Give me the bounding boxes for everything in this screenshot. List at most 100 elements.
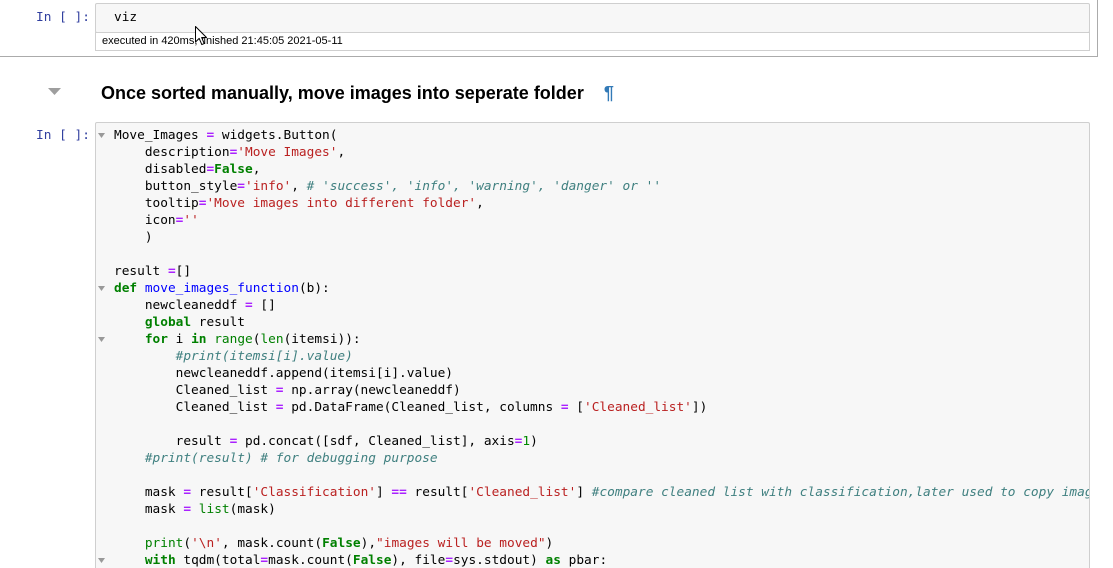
code-line[interactable]: result = pd.concat([sdf, Cleaned_list], … (96, 433, 1089, 450)
code-token: list (198, 502, 230, 517)
code-line[interactable]: result =[] (96, 263, 1089, 280)
caret-down-icon[interactable] (48, 88, 61, 95)
code-token: , (337, 145, 346, 160)
code-token: = (167, 264, 176, 279)
code-cell-viz[interactable]: In [ ]: viz executed in 420ms, finished … (0, 0, 1098, 57)
code-token: #print(itemsi[i].value) (175, 349, 353, 364)
code-token: , mask.count( (221, 536, 323, 551)
code-token: = (183, 485, 192, 500)
code-token: = (260, 553, 269, 568)
code-line[interactable]: button_style='info', # 'success', 'info'… (96, 178, 1089, 195)
code-line[interactable]: def move_images_function(b): (96, 280, 1089, 297)
code-token: result (191, 315, 245, 330)
code-token: icon (114, 213, 176, 228)
fold-arrow-icon[interactable] (98, 337, 105, 342)
code-token: as (545, 553, 561, 568)
code-line[interactable]: with tqdm(total=mask.count(False), file=… (96, 552, 1089, 568)
code-token: pbar: (560, 553, 608, 568)
code-token: 'Move images into different folder' (206, 196, 477, 211)
code-token: len (260, 332, 284, 347)
code-token: = (560, 400, 569, 415)
code-token: = (445, 553, 454, 568)
code-line[interactable]: global result (96, 314, 1089, 331)
code-line[interactable]: newcleaneddf = [] (96, 297, 1089, 314)
code-token: pd.concat([sdf, Cleaned_list], axis (237, 434, 515, 449)
fold-arrow-icon[interactable] (98, 286, 105, 291)
code-line[interactable] (96, 246, 1089, 263)
code-lines[interactable]: Move_Images = widgets.Button( descriptio… (96, 127, 1089, 568)
code-line[interactable] (96, 518, 1089, 535)
code-token: in (191, 332, 207, 347)
code-token: 'Cleaned_list' (584, 400, 692, 415)
code-token: mask (114, 485, 184, 500)
mouse-cursor-icon (195, 26, 208, 46)
code-token: ] (576, 485, 592, 500)
code-token: = (206, 162, 215, 177)
code-token: ) (114, 230, 153, 245)
code-token: widgets.Button( (214, 128, 338, 143)
code-line[interactable]: #print(result) # for debugging purpose (96, 450, 1089, 467)
input-prompt: In [ ]: (36, 10, 90, 25)
code-line[interactable]: disabled=False, (96, 161, 1089, 178)
code-token: #compare cleaned list with classificatio… (591, 485, 1090, 500)
code-editor[interactable]: viz (95, 3, 1090, 33)
code-line[interactable]: for i in range(len(itemsi)): (96, 331, 1089, 348)
code-line[interactable]: print('\n', mask.count(False),"images wi… (96, 535, 1089, 552)
code-token: for (144, 332, 168, 347)
code-token: "images will be moved" (376, 536, 546, 551)
fold-arrow-icon[interactable] (98, 558, 105, 563)
code-token: = (206, 128, 215, 143)
code-token: def (114, 281, 138, 296)
code-token: disabled (114, 162, 207, 177)
code-token: False (322, 536, 361, 551)
code-line[interactable] (96, 416, 1089, 433)
code-token: ]) (691, 400, 708, 415)
code-token: #print(result) # for debugging purpose (144, 451, 438, 466)
code-line[interactable]: Cleaned_list = np.array(newcleaneddf) (96, 382, 1089, 399)
code-line[interactable]: viz (96, 9, 1089, 26)
code-line[interactable]: Cleaned_list = pd.DataFrame(Cleaned_list… (96, 399, 1089, 416)
code-line[interactable]: icon='' (96, 212, 1089, 229)
code-token: result[ (406, 485, 469, 500)
code-token: , (476, 196, 484, 211)
code-editor[interactable]: Move_Images = widgets.Button( descriptio… (95, 122, 1090, 568)
code-token: 'Cleaned_list' (468, 485, 577, 500)
code-token: 'Classification' (252, 485, 376, 500)
caret-down-icon[interactable] (48, 88, 61, 95)
code-token: newcleaneddf.append(itemsi[i].value) (114, 366, 453, 381)
code-line[interactable]: Move_Images = widgets.Button( (96, 127, 1089, 144)
section-heading: Once sorted manually, move images into s… (101, 82, 614, 104)
mouse-cursor-icon (195, 26, 207, 46)
code-lines[interactable]: viz (96, 9, 1089, 26)
code-token: ) (530, 434, 538, 449)
code-line[interactable]: tooltip='Move images into different fold… (96, 195, 1089, 212)
code-line[interactable]: ) (96, 229, 1089, 246)
code-line[interactable] (96, 467, 1089, 484)
code-token: , (252, 162, 261, 177)
fold-arrow-icon[interactable] (98, 133, 105, 138)
code-token: = (237, 179, 245, 194)
code-token: description (114, 145, 230, 160)
code-token: 1 (522, 434, 531, 449)
code-token: print (144, 536, 184, 551)
code-line[interactable]: mask = result['Classification'] == resul… (96, 484, 1089, 501)
markdown-heading-cell[interactable]: Once sorted manually, move images into s… (0, 70, 1098, 114)
code-cell-move-images[interactable]: In [ ]: Move_Images = widgets.Button( de… (0, 118, 1098, 568)
code-token: '' (183, 213, 199, 228)
code-token: tqdm(total (175, 553, 261, 568)
code-token: move_images_function (144, 281, 299, 296)
code-token: ), file (391, 553, 446, 568)
code-token: [] (252, 298, 276, 313)
code-line[interactable]: mask = list(mask) (96, 501, 1089, 518)
code-token: sys.stdout) (453, 553, 546, 568)
code-line[interactable]: description='Move Images', (96, 144, 1089, 161)
code-line[interactable]: #print(itemsi[i].value) (96, 348, 1089, 365)
code-line[interactable]: newcleaneddf.append(itemsi[i].value) (96, 365, 1089, 382)
heading-anchor-link[interactable]: ¶ (604, 83, 614, 103)
